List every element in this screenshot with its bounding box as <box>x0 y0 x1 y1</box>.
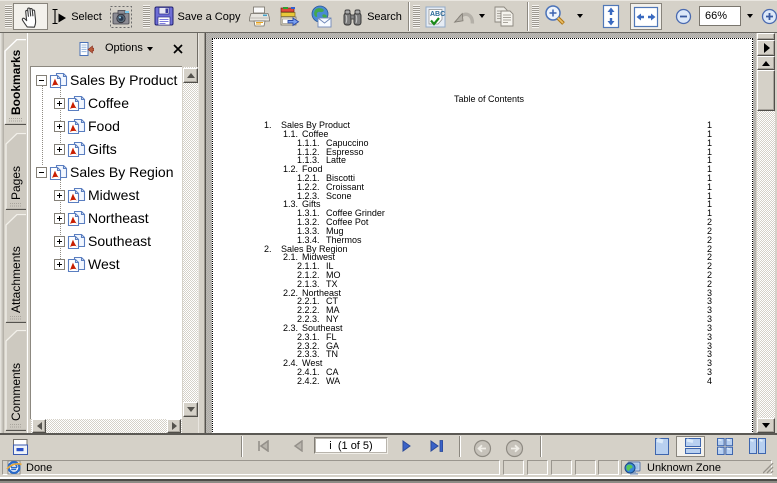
svg-text:Comments: Comments <box>9 363 23 421</box>
svg-text:ABC: ABC <box>430 11 445 18</box>
svg-text:Pages: Pages <box>9 166 23 200</box>
svg-text:Bookmarks: Bookmarks <box>9 49 23 115</box>
svg-text:Attachments: Attachments <box>9 246 23 313</box>
